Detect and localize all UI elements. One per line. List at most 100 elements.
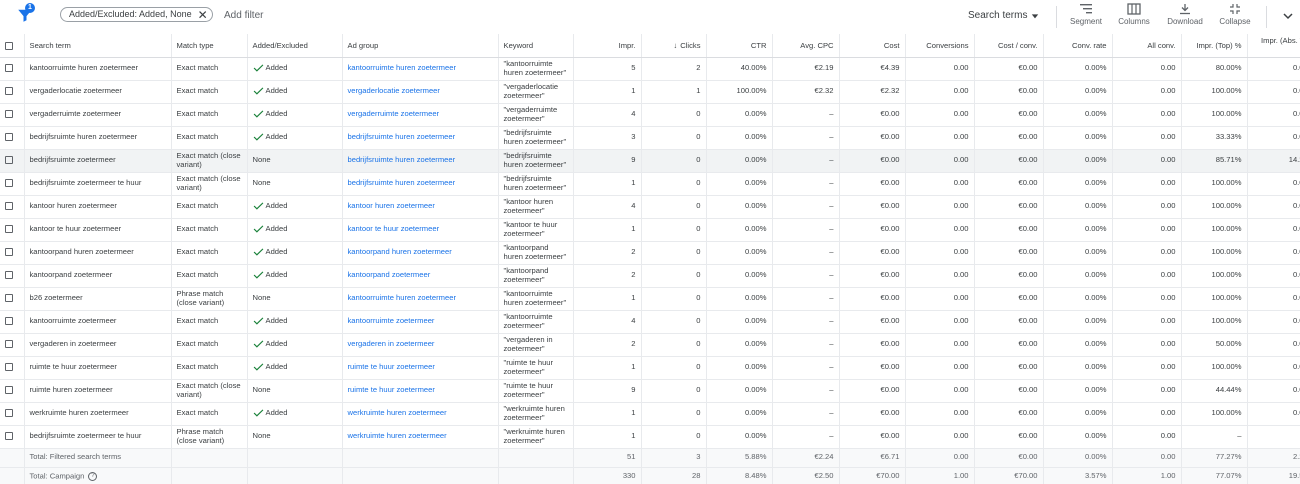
table-row[interactable]: kantoorruimte huren zoetermeer Exact matc… <box>0 57 1300 81</box>
header-search-term[interactable]: Search term <box>24 34 172 58</box>
row-checkbox[interactable] <box>5 271 13 280</box>
table-row[interactable]: vergaderlocatie zoetermeer Exact match Add… <box>0 80 1300 104</box>
select-all-checkbox[interactable] <box>5 41 13 50</box>
row-select-cell[interactable] <box>0 356 25 380</box>
row-checkbox[interactable] <box>5 110 13 119</box>
ad-group-link[interactable]: kantoorpand zoetermeer <box>348 270 431 279</box>
header-select-all[interactable] <box>0 34 25 58</box>
row-checkbox[interactable] <box>5 432 13 441</box>
ad-group-link[interactable]: kantoorpand huren zoetermeer <box>348 247 452 256</box>
ad-group-link[interactable]: ruimte te huur zoetermeer <box>348 362 435 371</box>
row-select-cell[interactable] <box>0 103 25 127</box>
table-row[interactable]: bedrijfsruimte huren zoetermeer Exact mat… <box>0 126 1300 150</box>
row-select-cell[interactable] <box>0 241 25 265</box>
table-row[interactable]: kantoorpand huren zoetermeer Exact match A… <box>0 241 1300 265</box>
ad-group-link[interactable]: vergaderlocatie zoetermeer <box>348 86 440 95</box>
ad-group-link[interactable]: vergaderruimte zoetermeer <box>348 109 440 118</box>
row-select-cell[interactable] <box>0 218 25 242</box>
header-cost[interactable]: Cost <box>839 34 906 58</box>
segment-button[interactable]: Segment <box>1063 3 1109 31</box>
ad-group-link[interactable]: kantoorruimte zoetermeer <box>348 316 435 325</box>
row-select-cell[interactable] <box>0 57 25 81</box>
header-impr-abs-top[interactable]: Impr. (Abs. Top) % <box>1247 34 1300 58</box>
row-select-cell[interactable] <box>0 149 25 173</box>
header-match-type[interactable]: Match type <box>171 34 248 58</box>
table-row[interactable]: vergaderruimte zoetermeer Exact match Adde… <box>0 103 1300 127</box>
ad-group-link[interactable]: vergaderen in zoetermeer <box>348 339 435 348</box>
row-checkbox[interactable] <box>5 409 13 418</box>
row-select-cell[interactable] <box>0 310 25 334</box>
view-selector-dropdown[interactable]: Search terms <box>968 10 1039 21</box>
row-select-cell[interactable] <box>0 172 25 196</box>
row-checkbox[interactable] <box>5 225 13 234</box>
row-select-cell[interactable] <box>0 333 25 357</box>
row-select-cell[interactable] <box>0 402 25 426</box>
impr-cell: 1 <box>573 287 642 311</box>
ad-group-link[interactable]: werkruimte huren zoetermeer <box>348 408 447 417</box>
close-icon[interactable]: ✕ <box>198 9 208 21</box>
header-conversions[interactable]: Conversions <box>905 34 975 58</box>
ad-group-link[interactable]: bedrijfsruimte huren zoetermeer <box>348 178 456 187</box>
ad-group-link[interactable]: bedrijfsruimte huren zoetermeer <box>348 132 456 141</box>
row-checkbox[interactable] <box>5 87 13 96</box>
columns-button[interactable]: Columns <box>1111 3 1157 31</box>
table-row[interactable]: kantoorpand zoetermeer Exact match Added ka… <box>0 264 1300 288</box>
download-button[interactable]: Download <box>1162 3 1208 31</box>
filter-chip[interactable]: Added/Excluded: Added, None ✕ <box>60 7 213 22</box>
table-row[interactable]: ruimte huren zoetermeer Exact match (clos… <box>0 379 1300 403</box>
row-checkbox[interactable] <box>5 386 13 395</box>
table-row[interactable]: bedrijfsruimte zoetermeer Exact match (cl… <box>0 149 1300 173</box>
ad-group-link[interactable]: bedrijfsruimte huren zoetermeer <box>348 155 456 164</box>
row-checkbox[interactable] <box>5 156 13 165</box>
row-checkbox[interactable] <box>5 317 13 326</box>
ad-group-link[interactable]: kantoorruimte huren zoetermeer <box>348 63 456 72</box>
header-added-excluded[interactable]: Added/Excluded <box>247 34 343 58</box>
row-checkbox[interactable] <box>5 202 13 211</box>
table-row[interactable]: bedrijfsruimte zoetermeer te huur Phrase … <box>0 425 1300 449</box>
row-checkbox[interactable] <box>5 133 13 142</box>
table-row[interactable]: bedrijfsruimte zoetermeer te huur Exact m… <box>0 172 1300 196</box>
row-checkbox[interactable] <box>5 248 13 257</box>
chevron-down-icon[interactable] <box>1281 9 1295 23</box>
table-row[interactable]: ruimte te huur zoetermeer Exact match Adde… <box>0 356 1300 380</box>
ad-group-link[interactable]: werkruimte huren zoetermeer <box>348 431 447 440</box>
header-clicks[interactable]: ↓ Clicks <box>641 34 707 58</box>
cost-cell: €0.00 <box>839 356 906 380</box>
ad-group-link[interactable]: kantoor huren zoetermeer <box>348 201 435 210</box>
row-checkbox[interactable] <box>5 179 13 188</box>
header-all-conv[interactable]: All conv. <box>1112 34 1182 58</box>
header-ctr[interactable]: CTR <box>706 34 773 58</box>
table-row[interactable]: vergaderen in zoetermeer Exact match Added… <box>0 333 1300 357</box>
ad-group-link[interactable]: kantoorruimte huren zoetermeer <box>348 293 456 302</box>
row-checkbox[interactable] <box>5 294 13 303</box>
table-row[interactable]: werkruimte huren zoetermeer Exact match Ad… <box>0 402 1300 426</box>
table-row[interactable]: kantoorruimte zoetermeer Exact match Added… <box>0 310 1300 334</box>
row-select-cell[interactable] <box>0 126 25 150</box>
row-select-cell[interactable] <box>0 425 25 449</box>
row-select-cell[interactable] <box>0 287 25 311</box>
ad-group-link[interactable]: kantoor te huur zoetermeer <box>348 224 440 233</box>
table-row[interactable]: kantoor te huur zoetermeer Exact match Add… <box>0 218 1300 242</box>
header-avg-cpc[interactable]: Avg. CPC <box>772 34 840 58</box>
row-checkbox[interactable] <box>5 340 13 349</box>
row-checkbox[interactable] <box>5 363 13 372</box>
header-conv-rate[interactable]: Conv. rate <box>1043 34 1113 58</box>
header-impr-top[interactable]: Impr. (Top) % <box>1181 34 1248 58</box>
collapse-button[interactable]: Collapse <box>1212 3 1258 31</box>
header-impr[interactable]: Impr. <box>573 34 642 58</box>
table-row[interactable]: b26 zoetermeer Phrase match (close varian… <box>0 287 1300 311</box>
row-select-cell[interactable] <box>0 264 25 288</box>
conversions-cell: 0.00 <box>905 333 975 357</box>
table-row[interactable]: kantoor huren zoetermeer Exact match Added… <box>0 195 1300 219</box>
ad-group-link[interactable]: ruimte te huur zoetermeer <box>348 385 435 394</box>
columns-label: Columns <box>1118 17 1150 26</box>
row-select-cell[interactable] <box>0 80 25 104</box>
header-keyword[interactable]: Keyword <box>498 34 574 58</box>
header-ad-group[interactable]: Ad group <box>342 34 499 58</box>
add-filter-button[interactable]: Add filter <box>224 10 263 21</box>
row-checkbox[interactable] <box>5 64 13 73</box>
header-cost-conv[interactable]: Cost / conv. <box>974 34 1044 58</box>
row-select-cell[interactable] <box>0 379 25 403</box>
row-select-cell[interactable] <box>0 195 25 219</box>
help-icon[interactable]: ? <box>88 471 98 481</box>
